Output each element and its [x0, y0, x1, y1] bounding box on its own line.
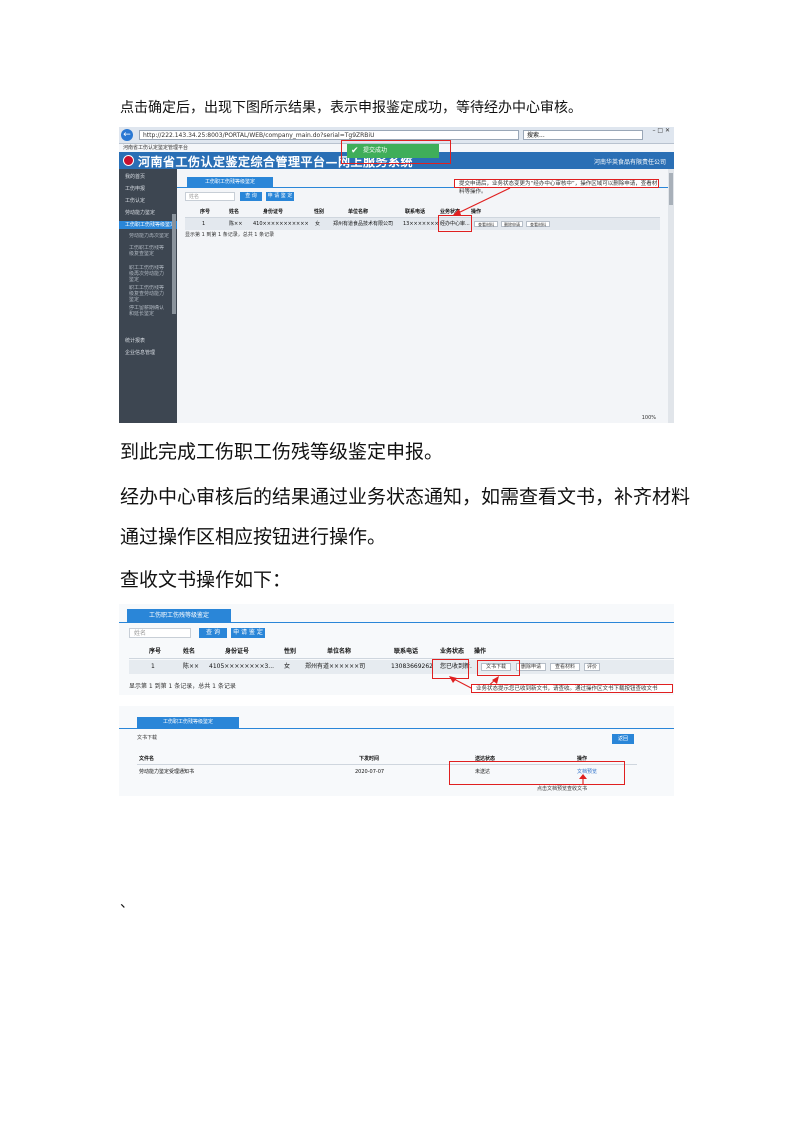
cell-filename: 劳动能力鉴定受理通知书: [139, 769, 195, 775]
table-header: 序号 姓名 身份证号 性别 单位名称 联系电话 业务状态 操作: [129, 645, 674, 659]
sidebar-item-ability-assessment[interactable]: 劳动能力鉴定: [119, 209, 177, 216]
pagination-info: 显示第 1 到第 1 条记录，总共 1 条记录: [129, 683, 236, 690]
cell-name: 陈××: [183, 663, 200, 670]
screenshot-document-notice: 工伤职工伤残等级鉴定 姓名 查 询 申 请 鉴 定 序号 姓名 身份证号 性别 …: [119, 604, 674, 695]
sidebar-item-disability-grade[interactable]: 工伤职工伤残等级鉴定: [119, 221, 177, 229]
view-material-button-2[interactable]: 查看材料: [526, 221, 550, 227]
sidebar-scrollbar[interactable]: [172, 214, 176, 314]
apply-button[interactable]: 申 请 鉴 定: [231, 628, 265, 638]
highlight-status: [438, 215, 472, 232]
view-material-button[interactable]: 查看材料: [474, 221, 498, 227]
name-search-input[interactable]: 姓名: [185, 192, 235, 201]
pagination-info: 显示第 1 到第 1 条记录，总共 1 条记录: [185, 232, 275, 238]
scrollbar-thumb[interactable]: [669, 173, 673, 205]
cell-name: 陈××: [229, 221, 243, 227]
cell-company: 郑州有道××××××司: [305, 663, 366, 670]
col-filename: 文件名: [139, 756, 155, 762]
query-button[interactable]: 查 询: [240, 192, 262, 201]
cell-phone: 13083669262: [391, 663, 433, 670]
main-content: 工伤职工伤残等级鉴定 姓名 查 询 申 请 鉴 定 序号 姓名 身份证号 性别 …: [177, 169, 668, 423]
callout-document-notice: 业务状态提示您已收到新文书，请查收。通过操作区文书下载按钮查收文书: [471, 684, 673, 693]
name-search-input[interactable]: 姓名: [129, 628, 191, 638]
cell-phone: 13×××××××292: [403, 221, 439, 227]
paragraph-review-line2: 通过操作区相应按钮进行操作。: [120, 526, 387, 548]
back-arrow-icon[interactable]: ←: [121, 129, 133, 141]
highlight-document-row: [449, 761, 625, 785]
cell-gender: 女: [284, 663, 291, 670]
cell-id: 4105××××××××3...: [209, 663, 275, 670]
trailing-punctuation: 、: [120, 895, 134, 911]
col-id: 身份证号: [263, 209, 284, 215]
logo-icon: [123, 155, 134, 166]
col-actions: 操作: [474, 648, 487, 655]
sidebar-item-injury-recognition[interactable]: 工伤认定: [119, 197, 177, 204]
col-company: 单位名称: [327, 648, 352, 655]
back-button[interactable]: 返回: [612, 734, 634, 744]
rate-button[interactable]: 评价: [584, 663, 600, 671]
highlight-download-button: [477, 660, 520, 676]
sidebar-item-reassessment[interactable]: 劳动能力再次鉴定: [119, 233, 177, 239]
sidebar-item-injury-report[interactable]: 工伤申报: [119, 185, 177, 192]
col-gender: 性别: [284, 648, 297, 655]
sidebar-item-work-stoppage[interactable]: 停工留薪期确认和延长鉴定: [119, 305, 167, 317]
address-bar[interactable]: http://222.143.34.25:8003/PORTAL/WEB/com…: [139, 130, 519, 140]
tab-disability-grade[interactable]: 工伤职工伤残等级鉴定: [187, 177, 273, 187]
cell-gender: 女: [315, 221, 321, 227]
tab-underline: [119, 728, 674, 729]
apply-button[interactable]: 申 请 鉴 定: [266, 192, 294, 201]
company-menu[interactable]: 河南华英食品有限责任公司: [594, 157, 666, 166]
col-index: 序号: [200, 209, 211, 215]
sidebar-item-grade-review[interactable]: 职工工伤伤残等级复查劳动能力鉴定: [119, 285, 167, 303]
screenshot-document-download: 工伤职工伤残等级鉴定 文书下载 返回 文件名 下发时间 送达状态 操作 劳动能力…: [119, 706, 674, 796]
query-button[interactable]: 查 询: [199, 628, 227, 638]
col-gender: 性别: [314, 209, 325, 215]
tab-disability-grade[interactable]: 工伤职工伤残等级鉴定: [127, 609, 231, 622]
table-header: 序号 姓名 身份证号 性别 单位名称 联系电话 业务状态 操作: [185, 206, 660, 218]
section-title: 文书下载: [137, 735, 158, 741]
sidebar-item-company-info[interactable]: 企业信息管理: [119, 349, 177, 356]
cell-index: 1: [151, 663, 155, 670]
delete-application-button[interactable]: 删除申请: [516, 663, 546, 671]
screenshot-submit-success: ← http://222.143.34.25:8003/PORTAL/WEB/c…: [119, 127, 674, 423]
table-row[interactable]: 1 陈×× 4105××××××××3... 女 郑州有道××××××司 130…: [129, 660, 674, 674]
col-name: 姓名: [183, 648, 196, 655]
tab-disability-grade[interactable]: 工伤职工伤残等级鉴定: [137, 717, 239, 728]
table-row[interactable]: 1 陈×× 410××××××××××××××50... 女 郑州有道食品技术有…: [185, 218, 660, 230]
col-name: 姓名: [229, 209, 240, 215]
col-index: 序号: [149, 648, 162, 655]
col-status: 业务状态: [440, 648, 465, 655]
paragraph-receive-docs: 查收文书操作如下：: [120, 569, 292, 591]
intro-text: 点击确定后，出现下图所示结果，表示申报鉴定成功，等待经办中心审核。: [120, 100, 582, 116]
view-material-button[interactable]: 查看材料: [550, 663, 580, 671]
window-controls-icon[interactable]: – □ ✕: [652, 127, 670, 134]
col-id: 身份证号: [225, 648, 250, 655]
zoom-level[interactable]: 100%: [642, 415, 656, 421]
highlight-toast: [341, 140, 451, 164]
paragraph-complete: 到此完成工伤职工伤残等级鉴定申报。: [120, 441, 444, 463]
col-phone: 联系电话: [405, 209, 426, 215]
callout-preview: 点击文档预览查收文书: [537, 786, 588, 792]
page-scrollbar[interactable]: [668, 169, 674, 423]
sidebar-item-grade-reassessment[interactable]: 职工工伤伤残等级再次劳动能力鉴定: [119, 265, 167, 283]
col-phone: 联系电话: [394, 648, 419, 655]
cell-issue-time: 2020-07-07: [355, 769, 385, 775]
arrow-icon: [452, 187, 511, 216]
sidebar: 我的首页 工伤申报 工伤认定 劳动能力鉴定 工伤职工伤残等级鉴定 劳动能力再次鉴…: [119, 169, 177, 423]
cell-company: 郑州有道食品技术有限公司: [333, 221, 394, 227]
browser-search-input[interactable]: 搜索...: [523, 130, 643, 140]
cell-index: 1: [202, 221, 206, 227]
col-company: 单位名称: [348, 209, 369, 215]
cell-id: 410××××××××××××××50...: [253, 221, 308, 227]
sidebar-item-statistics[interactable]: 统计报表: [119, 337, 177, 344]
paragraph-review-line1: 经办中心审核后的结果通过业务状态通知，如需查看文书，补齐材料: [120, 486, 691, 508]
tab-underline: [119, 622, 674, 623]
sidebar-item-home[interactable]: 我的首页: [119, 173, 177, 180]
sidebar-item-review-assessment[interactable]: 工伤职工伤残等级复查鉴定: [119, 245, 167, 257]
col-issue-time: 下发时间: [359, 756, 380, 762]
delete-application-button[interactable]: 删除申请: [501, 221, 523, 227]
